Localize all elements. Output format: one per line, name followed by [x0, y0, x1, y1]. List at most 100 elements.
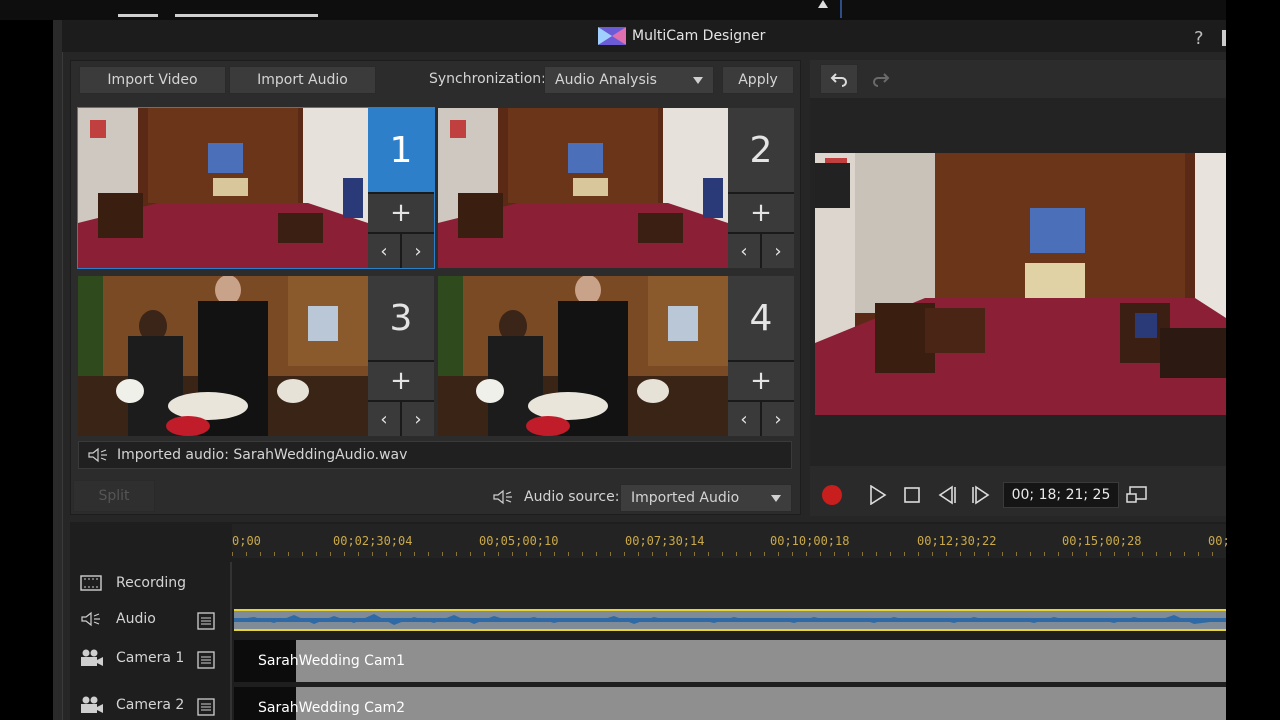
track-header-divider [230, 562, 232, 720]
camera-1-thumbnail [78, 108, 368, 268]
camera-2-clip-name: SarahWedding Cam2 [258, 700, 406, 716]
strip-mark [118, 14, 158, 17]
camera-2-track-properties-icon[interactable] [197, 698, 215, 720]
play-button[interactable] [866, 483, 890, 507]
ruler-tick-label: 00;02;30;04 [333, 534, 413, 548]
camera-4-number[interactable]: 4 [728, 276, 794, 360]
chevron-right-icon[interactable]: › [402, 402, 434, 436]
synchronization-label: Synchronization: [429, 71, 546, 87]
audio-waveform [234, 611, 1226, 629]
camera-cell-4[interactable]: 4 + ‹ › [438, 276, 794, 436]
camera-1-track-properties-icon[interactable] [197, 651, 215, 673]
preview-video [815, 153, 1226, 415]
wedding-guests-image [78, 276, 368, 436]
camera-2-number[interactable]: 2 [728, 108, 794, 192]
ruler-tick-label: 00;10;00;18 [770, 534, 850, 548]
camera-1-clip[interactable]: SarahWedding Cam1 [234, 640, 1226, 682]
chevron-down-icon [771, 494, 781, 502]
audio-source-label: Audio source: [524, 489, 620, 505]
camera-track-icon [81, 649, 103, 666]
chevron-left-icon[interactable]: ‹ [728, 234, 760, 268]
chevron-left-icon[interactable]: ‹ [368, 402, 400, 436]
speaker-icon [81, 611, 100, 627]
camera-3-number[interactable]: 3 [368, 276, 434, 360]
camera-1-clip-name: SarahWedding Cam1 [258, 653, 406, 669]
close-button-partial[interactable] [1222, 30, 1226, 46]
background-app-edge [53, 20, 62, 720]
next-frame-button[interactable] [968, 483, 994, 507]
previous-frame-button[interactable] [934, 483, 960, 507]
camera-1-track-header: Camera 1 [80, 649, 184, 667]
wedding-guests-image [438, 276, 728, 436]
undo-button[interactable] [820, 64, 858, 94]
church-altar-image [78, 108, 368, 268]
chevron-right-icon[interactable]: › [762, 234, 794, 268]
background-app-strip [0, 0, 1280, 20]
camera-2-track-label: Camera 2 [116, 697, 185, 713]
audio-clip[interactable] [234, 609, 1226, 631]
window-title: MultiCam Designer [598, 25, 765, 47]
camera-2-track-header: Camera 2 [80, 696, 184, 714]
import-video-button[interactable]: Import Video [79, 66, 226, 94]
record-button[interactable] [820, 483, 844, 507]
camera-2-clip[interactable]: SarahWedding Cam2 [234, 687, 1226, 720]
ruler-tick-label: 00;05;00;10 [479, 534, 559, 548]
camera-cell-2[interactable]: 2 + ‹ › [438, 108, 794, 268]
recording-track-header: Recording [80, 574, 186, 592]
next-frame-icon [972, 485, 990, 505]
chevron-left-icon[interactable]: ‹ [728, 402, 760, 436]
chevron-right-icon[interactable]: › [762, 402, 794, 436]
add-camera-4-button[interactable]: + [728, 362, 794, 400]
camera-2-thumbnail [438, 108, 728, 268]
audio-source-speaker-icon [492, 489, 514, 509]
chevron-left-icon[interactable]: ‹ [368, 234, 400, 268]
play-icon [870, 485, 887, 505]
audio-track-properties-icon[interactable] [197, 612, 215, 634]
apply-button[interactable]: Apply [722, 66, 794, 94]
previous-frame-icon [938, 485, 956, 505]
camera-track-icon [81, 696, 103, 713]
multicam-logo-icon [598, 27, 626, 45]
fullscreen-button[interactable] [1124, 483, 1150, 507]
timecode-display[interactable]: 00; 18; 21; 25 [1003, 482, 1119, 508]
chevron-right-icon[interactable]: › [402, 234, 434, 268]
imported-audio-text: Imported audio: SarahWeddingAudio.wav [117, 447, 408, 463]
timeline-ruler[interactable]: 0;00 00;02;30;04 00;05;00;10 00;07;30;14… [232, 524, 1230, 558]
record-icon [822, 485, 842, 505]
ruler-tick-label: 00; [1208, 534, 1230, 548]
ruler-tick-label: 00;12;30;22 [917, 534, 997, 548]
audio-source-select[interactable]: Imported Audio [620, 484, 792, 512]
redo-icon [873, 73, 890, 87]
church-altar-image [815, 153, 1226, 415]
undo-icon [830, 73, 847, 87]
camera-cell-1[interactable]: 1 + ‹ › [77, 107, 435, 269]
import-audio-button[interactable]: Import Audio [229, 66, 376, 94]
screen-edge [1226, 0, 1280, 720]
recording-track-label: Recording [116, 575, 187, 591]
camera-3-thumbnail [78, 276, 368, 436]
display-mode-icon [1126, 486, 1147, 503]
stop-button[interactable] [900, 483, 924, 507]
split-button[interactable]: Split [73, 480, 155, 512]
ruler-tick-label: 0;00 [232, 534, 261, 548]
add-camera-1-button[interactable]: + [368, 194, 434, 232]
speaker-icon [88, 447, 107, 463]
add-camera-3-button[interactable]: + [368, 362, 434, 400]
strip-mark [175, 14, 318, 17]
ruler-ticks [232, 552, 1226, 556]
camera-1-number[interactable]: 1 [368, 108, 434, 192]
playhead-marker-icon [818, 0, 828, 8]
chevron-down-icon [693, 76, 703, 84]
help-button[interactable]: ? [1194, 28, 1204, 49]
audio-track-header: Audio [80, 611, 156, 627]
recording-track-icon [80, 575, 102, 591]
imported-audio-bar: Imported audio: SarahWeddingAudio.wav [78, 441, 792, 469]
window-title-text: MultiCam Designer [632, 28, 766, 44]
camera-cell-3[interactable]: 3 + ‹ › [78, 276, 434, 436]
redo-button[interactable] [862, 64, 900, 94]
add-camera-2-button[interactable]: + [728, 194, 794, 232]
synchronization-select[interactable]: Audio Analysis [544, 66, 714, 94]
camera-1-track-label: Camera 1 [116, 650, 185, 666]
synchronization-value: Audio Analysis [555, 72, 657, 88]
playhead-line [840, 0, 842, 18]
